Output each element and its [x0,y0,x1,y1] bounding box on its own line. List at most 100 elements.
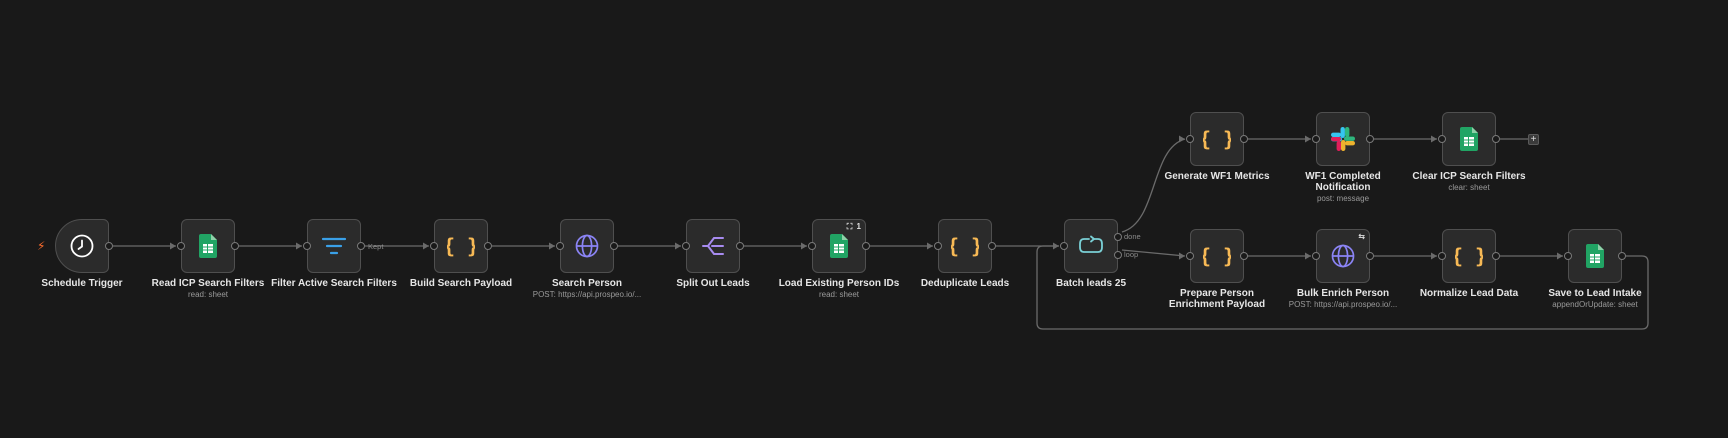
google-sheets-icon [1460,127,1478,151]
node-label: Clear ICP Search Filters clear: sheet [1404,171,1534,193]
output-port[interactable] [231,242,239,250]
output-port[interactable] [988,242,996,250]
node-subtitle: POST: https://api.prospeo.io/... [1288,300,1398,309]
node-subtitle: appendOrUpdate: sheet [1552,300,1638,309]
node-label: Prepare Person Enrichment Payload [1152,288,1282,310]
output-port[interactable] [1492,135,1500,143]
google-sheets-icon [1586,244,1604,268]
output-port-done[interactable] [1114,233,1122,241]
done-connection[interactable] [1121,138,1186,233]
node-title: Bulk Enrich Person [1296,288,1390,299]
arrowhead [1179,135,1185,143]
code-braces-icon: { } [1203,244,1231,268]
node-title: Filter Active Search Filters [271,278,397,289]
input-port[interactable] [934,242,942,250]
node-label: Read ICP Search Filters read: sheet [143,278,273,300]
add-node-button[interactable]: + [1528,133,1539,145]
execution-count-badge: ⛶ 1 [846,222,862,231]
code-braces-icon: { } [951,234,979,258]
node-title: Save to Lead Intake [1548,288,1642,299]
node-title: Load Existing Person IDs [778,278,900,289]
edge-label-done: done [1124,232,1141,241]
input-port[interactable] [556,242,564,250]
clock-icon [69,233,95,259]
node-label: Normalize Lead Data [1404,288,1534,299]
node-subtitle: clear: sheet [1448,183,1490,192]
filter-icon [321,235,347,257]
node-build-search-payload[interactable]: { } [430,219,492,273]
node-subtitle: POST: https://api.prospeo.io/... [532,290,642,299]
input-port[interactable] [1186,252,1194,260]
input-port[interactable] [1564,252,1572,260]
node-normalize-lead-data[interactable]: { } [1438,229,1500,283]
trigger-bolt-icon: ⚡ [37,239,46,253]
node-title: WF1 Completed Notification [1305,171,1381,193]
node-title: Deduplicate Leads [920,278,1010,289]
arrowhead [675,242,681,250]
input-port[interactable] [177,242,185,250]
code-braces-icon: { } [1455,244,1483,268]
input-port[interactable] [430,242,438,250]
google-sheets-icon [830,234,848,258]
node-deduplicate-leads[interactable]: { } [934,219,996,273]
node-clear-icp-search-filters[interactable] [1438,112,1500,166]
output-port[interactable] [105,242,113,250]
output-port[interactable] [357,242,365,250]
node-split-out-leads[interactable] [682,219,744,273]
arrowhead [170,242,176,250]
input-port[interactable] [1438,252,1446,260]
arrowhead [423,242,429,250]
node-load-existing-person-ids[interactable]: ⛶ 1 [808,219,870,273]
output-port[interactable] [862,242,870,250]
node-title: Prepare Person Enrichment Payload [1168,288,1266,310]
node-batch-leads-25[interactable] [1060,219,1122,273]
node-title: Schedule Trigger [41,278,123,289]
node-search-person[interactable] [556,219,618,273]
output-port[interactable] [1240,252,1248,260]
node-title: Generate WF1 Metrics [1164,171,1270,182]
svg-text:{ }: { } [447,234,475,258]
output-port[interactable] [1618,252,1626,260]
node-subtitle: post: message [1316,194,1370,203]
node-generate-wf1-metrics[interactable]: { } [1186,112,1248,166]
svg-text:{ }: { } [951,234,979,258]
input-port[interactable] [1060,242,1068,250]
node-subtitle: read: sheet [187,290,229,299]
output-port[interactable] [1366,252,1374,260]
output-port-loop[interactable] [1114,251,1122,259]
node-label: Save to Lead Intake appendOrUpdate: sheet [1530,288,1660,310]
output-port[interactable] [1240,135,1248,143]
input-port[interactable] [303,242,311,250]
node-title: Build Search Payload [409,278,513,289]
output-port[interactable] [736,242,744,250]
input-port[interactable] [1186,135,1194,143]
node-filter-active-search-filters[interactable] [303,219,365,273]
arrowhead [927,242,933,250]
output-port[interactable] [610,242,618,250]
node-label: Generate WF1 Metrics [1152,171,1282,182]
output-port[interactable] [484,242,492,250]
node-title: Clear ICP Search Filters [1412,171,1526,182]
node-title: Normalize Lead Data [1419,288,1519,299]
input-port[interactable] [1438,135,1446,143]
input-port[interactable] [808,242,816,250]
input-port[interactable] [1312,252,1320,260]
workflow-canvas[interactable]: Schedule Trigger Read ICP Search Filters r… [0,0,1728,438]
node-label: Batch leads 25 [1026,278,1156,289]
node-save-to-lead-intake[interactable] [1564,229,1626,283]
slack-icon [1330,126,1356,152]
node-schedule-trigger[interactable] [55,219,113,273]
output-port[interactable] [1366,135,1374,143]
arrowhead [1431,135,1437,143]
input-port[interactable] [682,242,690,250]
node-read-icp-search-filters[interactable] [177,219,239,273]
loop-icon [1077,235,1105,257]
arrowhead [1431,252,1437,260]
svg-text:{ }: { } [1455,244,1483,268]
arrowhead [801,242,807,250]
output-port[interactable] [1492,252,1500,260]
input-port[interactable] [1312,135,1320,143]
node-prepare-person-enrichment-payload[interactable]: { } [1186,229,1248,283]
node-bulk-enrich-person[interactable]: ⇆ [1312,229,1374,283]
node-wf1-completed-notification[interactable] [1312,112,1374,166]
